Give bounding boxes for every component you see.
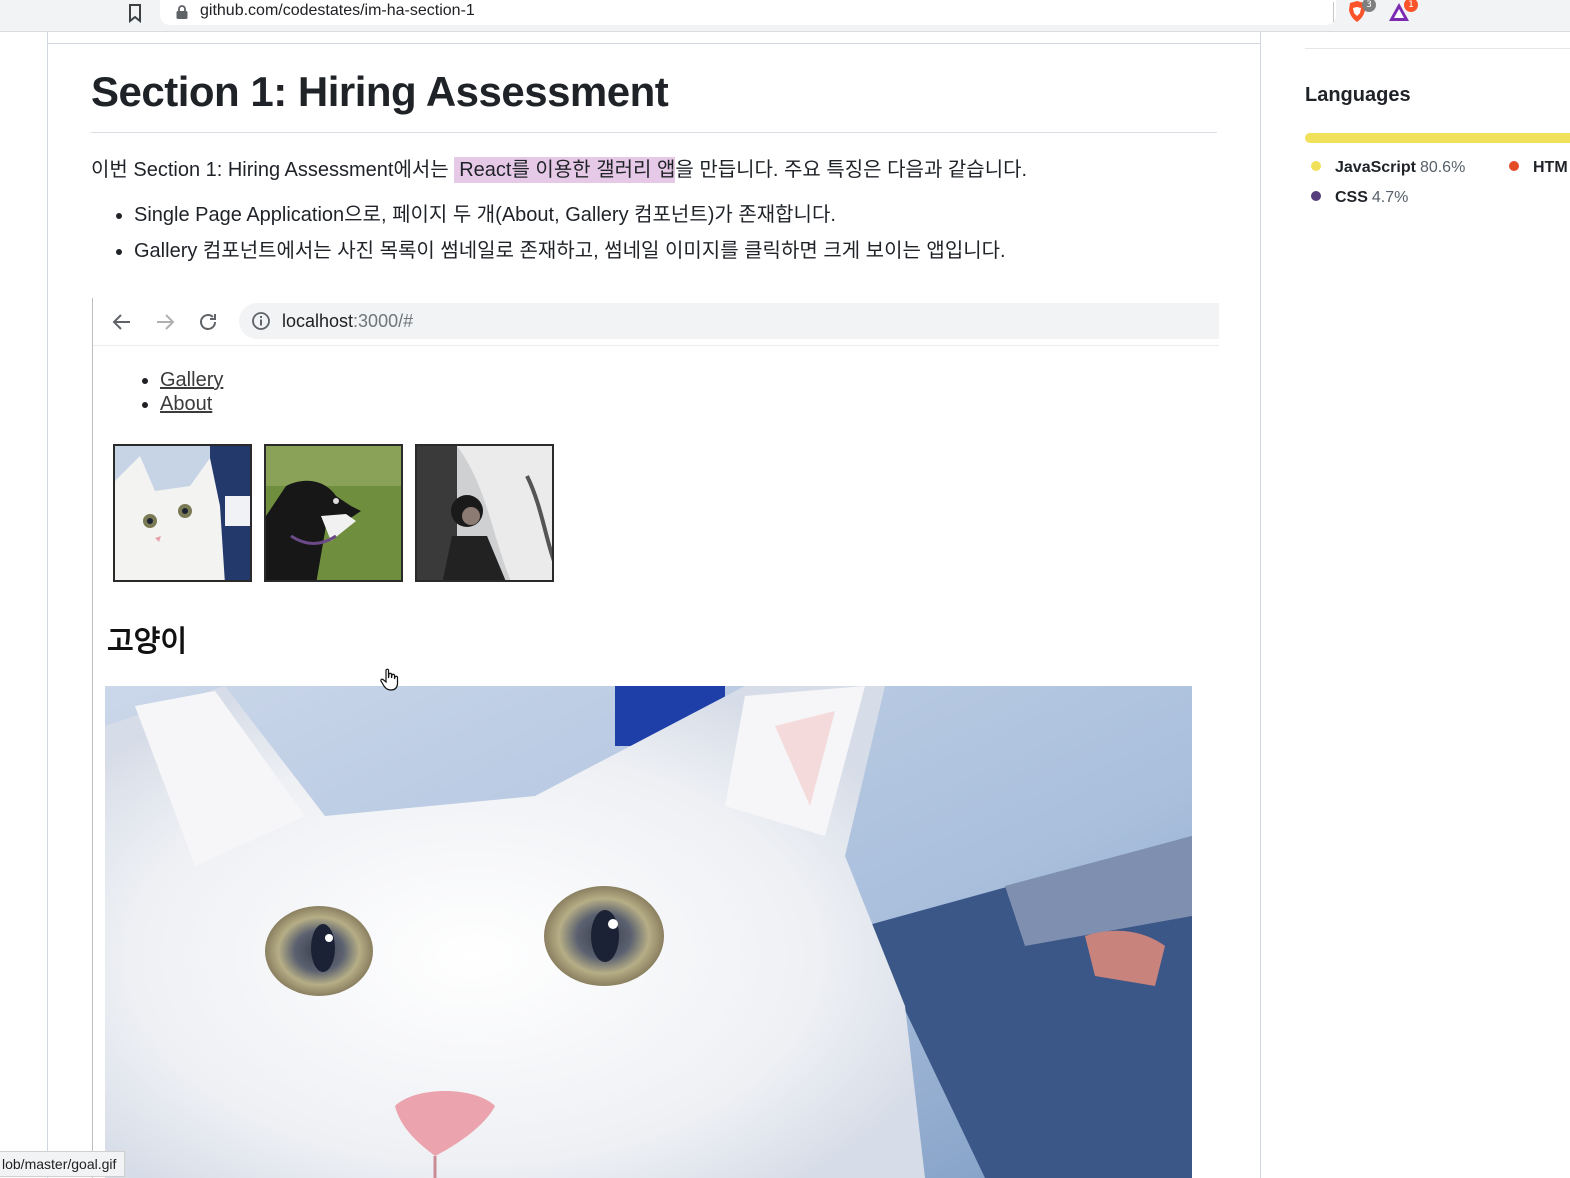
dog-thumbnail[interactable] (264, 444, 403, 582)
toolbar-divider (1333, 2, 1334, 22)
readme-intro: 이번 Section 1: Hiring Assessment에서는 React… (91, 157, 1218, 183)
brave-rewards-icon[interactable]: 1 (1386, 0, 1418, 24)
language-dot (1311, 161, 1321, 171)
language-name: CSS (1335, 189, 1368, 206)
brave-shield-icon[interactable]: 3 (1344, 0, 1376, 24)
list-item: Gallery 컴포넌트에서는 사진 목록이 썸네일로 존재하고, 썸네일 이미… (134, 233, 1218, 269)
shield-badge: 3 (1362, 0, 1376, 12)
demo-browser-bar: localhost:3000/# (93, 298, 1219, 346)
selected-cat-image (105, 686, 1192, 1178)
selected-image-title: 고양이 (107, 624, 188, 658)
back-arrow-icon (112, 314, 130, 330)
demo-nav-list: Gallery About (160, 368, 223, 416)
language-css[interactable]: CSS 4.7% (1311, 189, 1408, 207)
page-border-left (47, 32, 48, 1178)
readme-title: Section 1: Hiring Assessment (91, 68, 669, 115)
url-text: github.com/codestates/im-ha-section-1 (200, 2, 475, 19)
list-item: About (160, 392, 223, 416)
demo-url-host: localhost (282, 311, 354, 331)
language-percent: 4.7% (1371, 189, 1409, 206)
cat-thumbnail[interactable] (113, 444, 252, 582)
hand-cursor-icon (380, 668, 399, 691)
language-percent: 80.6% (1419, 159, 1466, 176)
browser-toolbar: github.com/codestates/im-ha-section-1 3 … (0, 0, 1570, 32)
address-bar[interactable]: github.com/codestates/im-ha-section-1 (160, 0, 1336, 25)
about-link[interactable]: About (160, 393, 212, 415)
demo-url-text: localhost:3000/# (282, 311, 413, 332)
list-item: Gallery (160, 368, 223, 392)
demo-gif[interactable]: localhost:3000/# Gallery About (92, 298, 1219, 1178)
reload-icon (200, 314, 216, 330)
sidebar-divider (1305, 48, 1570, 49)
language-html[interactable]: HTM (1509, 159, 1568, 177)
languages-heading: Languages (1305, 84, 1411, 106)
intro-highlight: React를 이용한 갤러리 앱 (454, 157, 676, 183)
language-name: HTM (1533, 159, 1568, 176)
intro-text-before: 이번 Section 1: Hiring Assessment에서는 (91, 159, 455, 181)
gallery-link[interactable]: Gallery (160, 369, 223, 391)
woman-thumbnail[interactable] (415, 444, 554, 582)
readme-top-border (48, 43, 1260, 44)
languages-bar (1305, 133, 1570, 143)
feature-list: Single Page Application으로, 페이지 두 개(About… (91, 197, 1218, 269)
lock-icon (176, 5, 188, 19)
list-item: Single Page Application으로, 페이지 두 개(About… (134, 197, 1218, 233)
demo-address-bar: localhost:3000/# (239, 303, 1219, 339)
forward-arrow-icon (157, 314, 175, 330)
link-status-bar: lob/master/goal.gif (0, 1151, 126, 1177)
info-icon (252, 312, 270, 330)
page-border-right (1260, 32, 1261, 1178)
readme-content: Section 1: Hiring Assessment 이번 Section … (91, 60, 1218, 269)
language-name: JavaScript (1335, 159, 1416, 176)
intro-text-after: 을 만듭니다. 주요 특징은 다음과 같습니다. (675, 159, 1028, 181)
bookmark-icon[interactable] (127, 3, 143, 23)
demo-url-path: :3000/# (353, 311, 414, 331)
rewards-badge: 1 (1404, 0, 1418, 12)
title-divider (91, 132, 1217, 133)
language-dot (1311, 191, 1321, 201)
language-dot (1509, 161, 1519, 171)
language-javascript[interactable]: JavaScript 80.6% (1311, 159, 1465, 177)
